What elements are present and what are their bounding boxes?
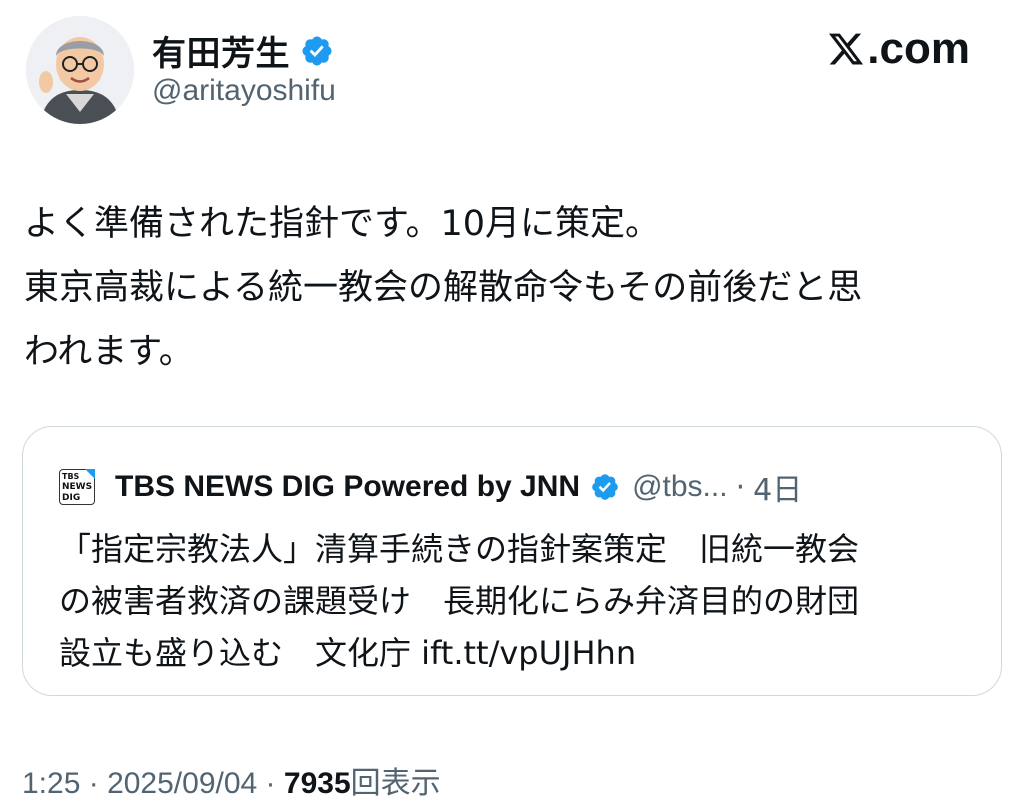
tweet-text-line: 東京高裁による統一教会の解散命令もその前後だと思 — [24, 268, 863, 308]
author-avatar[interactable] — [26, 16, 134, 124]
quoted-tweet-text: 「指定宗教法人」清算手続きの指針案策定 旧統一教会 の被害者救済の課題受け 長期… — [59, 523, 979, 679]
x-brand: .com — [827, 24, 970, 74]
view-count-label: 回表示 — [350, 766, 441, 801]
tweet-text-line: よく準備された指針です。10月に策定。 — [24, 204, 661, 244]
tweet-date[interactable]: 2025/09/04 — [107, 767, 257, 800]
author-display-name[interactable]: 有田芳生 — [152, 26, 290, 75]
quoted-tweet-header: TBS NEWS DIG TBS NEWS DIG Powered by JNN… — [59, 465, 802, 509]
separator-dot: · — [257, 767, 284, 800]
tweet-time[interactable]: 1:25 — [22, 767, 80, 800]
tbs-news-dig-logo[interactable]: TBS NEWS DIG — [59, 469, 95, 505]
logo-line: DIG — [62, 493, 81, 503]
quoted-tweet-time[interactable]: 4日 — [753, 465, 802, 509]
view-count[interactable]: 7935 — [284, 767, 351, 800]
separator-dot: · — [80, 767, 108, 800]
verified-badge-icon — [302, 35, 332, 66]
quoted-author-name[interactable]: TBS NEWS DIG Powered by JNN — [115, 470, 580, 504]
logo-line: NEWS — [62, 482, 93, 492]
tweet-screenshot: 有田芳生 @aritayoshifu .com よく準備された指針です。10月に… — [0, 0, 1024, 810]
quoted-text-line: の被害者救済の課題受け 長期化にらみ弁済目的の財団 — [59, 582, 860, 620]
avatar-illustration — [26, 16, 134, 124]
author-name-row[interactable]: 有田芳生 — [152, 26, 334, 75]
separator-dot: · — [735, 469, 746, 505]
tweet-meta: 1:25 · 2025/09/04 · 7935回表示 — [22, 758, 441, 802]
verified-badge-icon — [592, 474, 618, 500]
tweet-text-line: われます。 — [24, 332, 194, 372]
x-logo-icon — [829, 33, 864, 65]
quoted-text-line: 「指定宗教法人」清算手続きの指針案策定 旧統一教会 — [59, 530, 860, 568]
logo-line: TBS — [62, 472, 80, 481]
tweet-text: よく準備された指針です。10月に策定。 東京高裁による統一教会の解散命令もその前… — [24, 192, 1004, 384]
author-handle[interactable]: @aritayoshifu — [152, 74, 336, 108]
brand-domain: .com — [867, 24, 970, 73]
logo-corner-mark — [85, 469, 95, 479]
quoted-tweet-card[interactable]: TBS NEWS DIG TBS NEWS DIG Powered by JNN… — [22, 426, 1002, 696]
quoted-text-line: 設立も盛り込む 文化庁 ift.tt/vpUJHhn — [59, 634, 637, 672]
quoted-author-handle[interactable]: @tbs... — [632, 470, 727, 504]
